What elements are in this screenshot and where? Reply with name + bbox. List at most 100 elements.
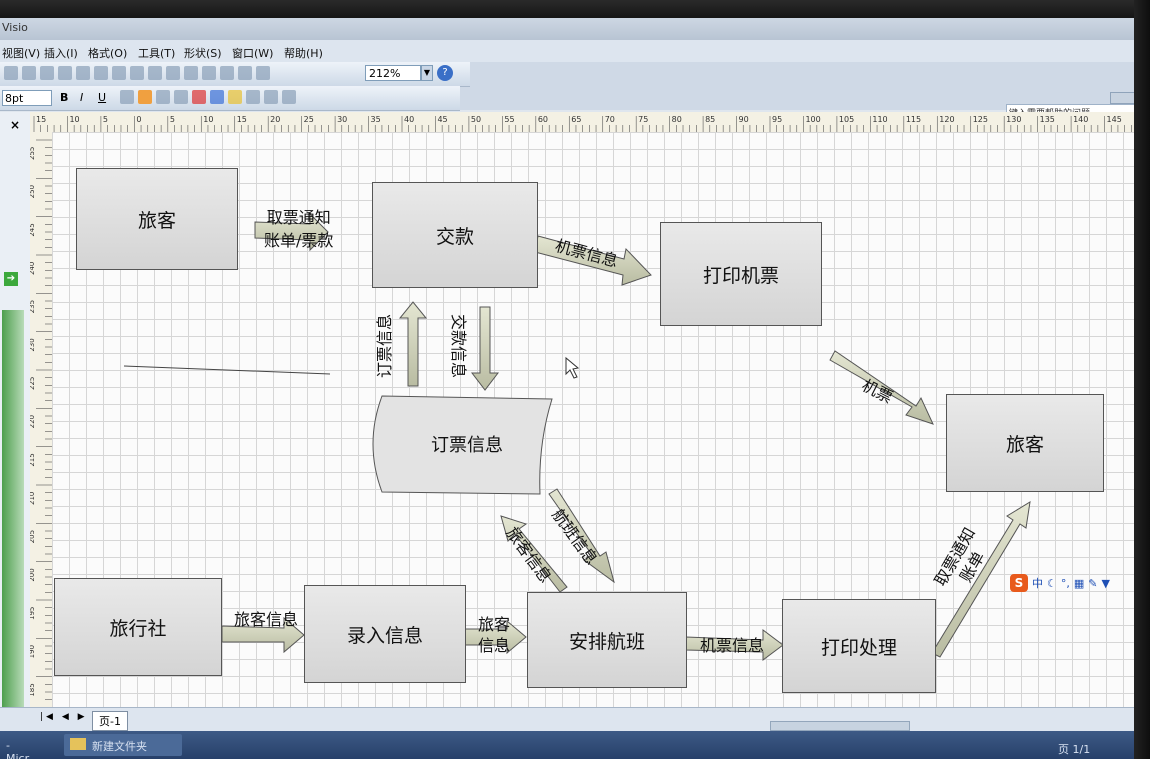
node-payment[interactable]: 交款 xyxy=(372,182,538,288)
node-agency[interactable]: 旅行社 xyxy=(54,578,222,676)
node-print-process[interactable]: 打印处理 xyxy=(782,599,936,693)
ruler-tick-label: 35 xyxy=(371,115,381,124)
stamp-tool-icon[interactable] xyxy=(256,66,270,80)
ruler-tick-label: 255 xyxy=(30,147,36,160)
ruler-tick-label: 45 xyxy=(437,115,447,124)
drawing-canvas[interactable]: 旅客 交款 打印机票 订票信息 旅客 旅行社 录入信息 安排航班 打印处理 取票… xyxy=(52,132,1134,707)
line-color-icon[interactable] xyxy=(210,90,224,104)
spelling-icon[interactable] xyxy=(22,66,36,80)
node-arrange-flight[interactable]: 安排航班 xyxy=(527,592,687,688)
font-size-select[interactable]: 8pt xyxy=(2,90,52,106)
line-weight-icon[interactable] xyxy=(246,90,260,104)
ruler-tick-label: 190 xyxy=(30,645,36,658)
shapes-icon[interactable] xyxy=(184,66,198,80)
folder-icon xyxy=(70,738,86,750)
delete-icon[interactable] xyxy=(112,66,126,80)
pointer-tool-icon[interactable] xyxy=(202,66,216,80)
connector-tool-icon[interactable] xyxy=(220,66,234,80)
ruler-tick-label: 105 xyxy=(839,115,854,124)
ruler-tick-label: 200 xyxy=(30,568,36,581)
undo-icon[interactable] xyxy=(148,66,162,80)
moon-icon[interactable]: ☾ xyxy=(1047,577,1057,590)
ruler-tick-label: 95 xyxy=(772,115,782,124)
align-center-icon[interactable] xyxy=(138,90,152,104)
fill-color-icon[interactable] xyxy=(228,90,242,104)
print-preview-icon[interactable] xyxy=(4,66,18,80)
shirt-icon[interactable]: ▼ xyxy=(1102,577,1110,590)
underline-button[interactable]: U xyxy=(98,91,106,104)
title-bar: Visio xyxy=(0,18,1134,40)
ruler-tick-label: 110 xyxy=(872,115,887,124)
bold-button[interactable]: B xyxy=(60,91,68,104)
arrow-right-icon[interactable]: ➔ xyxy=(4,272,18,286)
ime-mode-label[interactable]: 中 xyxy=(1032,575,1043,591)
menu-shapes[interactable]: 形状(S) xyxy=(184,45,222,61)
italic-button[interactable]: I xyxy=(80,91,83,104)
cut-icon[interactable] xyxy=(58,66,72,80)
horizontal-scrollbar[interactable] xyxy=(770,721,910,731)
menu-view[interactable]: 视图(V) xyxy=(2,45,40,61)
ruler-tick-label: 65 xyxy=(571,115,581,124)
taskbar-item-folder-label: 新建文件夹 xyxy=(92,740,147,753)
ruler-tick-label: 15 xyxy=(36,115,46,124)
line-ends-icon[interactable] xyxy=(282,90,296,104)
ruler-tick-label: 90 xyxy=(739,115,749,124)
node-enter-info[interactable]: 录入信息 xyxy=(304,585,466,683)
ime-toolbar[interactable]: S 中 ☾ °, ▦ ✎ ▼ xyxy=(1010,573,1140,593)
research-icon[interactable] xyxy=(40,66,54,80)
ruler-tick-label: 5 xyxy=(170,115,175,124)
taskbar-item-folder[interactable]: 新建文件夹 xyxy=(64,734,182,756)
zoom-select[interactable]: 212% xyxy=(365,65,421,81)
shapes-pane-scrollbar[interactable] xyxy=(2,310,24,759)
node-print-ticket[interactable]: 打印机票 xyxy=(660,222,822,326)
ruler-tick-label: 215 xyxy=(30,453,36,466)
ruler-tick-label: 40 xyxy=(404,115,414,124)
monitor-bezel-right xyxy=(1134,0,1150,759)
node-booking-store[interactable]: 订票信息 xyxy=(382,396,552,492)
align-right-icon[interactable] xyxy=(156,90,170,104)
ruler-tick-label: 0 xyxy=(136,115,141,124)
copy-icon[interactable] xyxy=(76,66,90,80)
stray-line xyxy=(123,365,331,375)
menu-format[interactable]: 格式(O) xyxy=(88,45,127,61)
formatting-toolbar-icons xyxy=(120,90,296,106)
align-left-icon[interactable] xyxy=(120,90,134,104)
status-bar: |◀ ◀ ▶ ▶| 页-1 xyxy=(0,707,1134,732)
text-tool-icon[interactable] xyxy=(238,66,252,80)
ruler-tick-label: 205 xyxy=(30,530,36,543)
ruler-tick-label: 60 xyxy=(538,115,548,124)
line-pattern-icon[interactable] xyxy=(264,90,278,104)
menu-insert[interactable]: 插入(I) xyxy=(44,45,78,61)
ruler-tick-label: 115 xyxy=(906,115,921,124)
ruler-tick-label: 30 xyxy=(337,115,347,124)
ruler-tick-label: 25 xyxy=(304,115,314,124)
format-painter-icon[interactable] xyxy=(130,66,144,80)
font-color-icon[interactable] xyxy=(192,90,206,104)
arrow-payment-info-down xyxy=(470,306,500,391)
tools-icon[interactable]: ✎ xyxy=(1088,577,1097,590)
taskbar-item-visio[interactable]: - Micr... xyxy=(0,735,52,759)
ruler-tick-label: 55 xyxy=(504,115,514,124)
page-tab[interactable]: 页-1 xyxy=(92,711,128,731)
menu-help[interactable]: 帮助(H) xyxy=(284,45,323,61)
ruler-tick-label: 75 xyxy=(638,115,648,124)
keyboard-icon[interactable]: ▦ xyxy=(1074,577,1084,590)
chevron-down-icon[interactable]: ▼ xyxy=(421,65,433,81)
menu-window[interactable]: 窗口(W) xyxy=(232,45,273,61)
node-passenger-right[interactable]: 旅客 xyxy=(946,394,1104,492)
paste-icon[interactable] xyxy=(94,66,108,80)
menu-tools[interactable]: 工具(T) xyxy=(138,45,175,61)
punctuation-icon[interactable]: °, xyxy=(1061,577,1070,590)
redo-icon[interactable] xyxy=(166,66,180,80)
close-icon[interactable]: × xyxy=(10,118,20,132)
ruler-tick-label: 125 xyxy=(973,115,988,124)
ruler-tick-label: 140 xyxy=(1073,115,1088,124)
help-icon[interactable]: ? xyxy=(437,65,453,81)
ruler-tick-label: 100 xyxy=(805,115,820,124)
justify-icon[interactable] xyxy=(174,90,188,104)
node-passenger-top[interactable]: 旅客 xyxy=(76,168,238,270)
ruler-tick-label: 225 xyxy=(30,377,36,390)
ruler-tick-label: 85 xyxy=(705,115,715,124)
flow-label-payment-info-down: 交款信息 xyxy=(449,313,469,379)
ruler-tick-label: 10 xyxy=(203,115,213,124)
